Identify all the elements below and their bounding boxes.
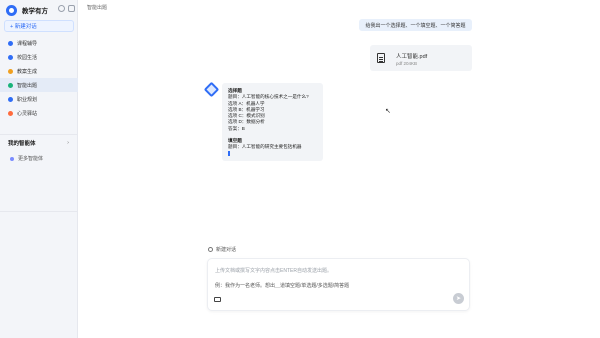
sidebar-nav: 课程辅导 校园生活 教案生成 智能出题 职业规划 心灵驿站 — [0, 36, 78, 120]
sidebar-item-career[interactable]: 职业规划 — [0, 92, 78, 106]
my-agents-section: 我的智能体 › 更多智能体 — [0, 134, 78, 162]
send-button[interactable]: ➤ — [453, 293, 464, 304]
quiz-icon — [8, 82, 13, 88]
sidebar-item-lesson-plan[interactable]: 教案生成 — [0, 64, 78, 78]
new-chat-tip[interactable]: 新建对话 — [208, 246, 236, 253]
new-chat-tip-label: 新建对话 — [216, 247, 237, 253]
divider — [0, 211, 78, 212]
new-chat-label: + 新建对话 — [10, 24, 37, 30]
history-icon[interactable] — [58, 5, 65, 12]
sidebar-item-mind-station[interactable]: 心灵驿站 — [0, 106, 78, 120]
sidebar-item-label: 智能出题 — [17, 82, 38, 89]
answer-line: 题目：人工智能的核心技术之一是什么? — [228, 94, 309, 100]
upload-folder-icon[interactable] — [214, 297, 221, 302]
typing-caret — [228, 150, 230, 156]
my-agents-header[interactable]: 我的智能体 › — [0, 139, 78, 147]
sidebar-item-label: 心灵驿站 — [17, 110, 38, 117]
file-attachment[interactable]: 人工智能.pdf pdf 204KB — [370, 45, 472, 71]
brand-title: 教学有方 — [22, 8, 48, 15]
sidebar-item-course-tutoring[interactable]: 课程辅导 — [0, 36, 78, 50]
composer-placeholder: 上传文档或撰写文字内容点击ENTER自动发送出题。 — [215, 268, 332, 274]
composer[interactable]: 上传文档或撰写文字内容点击ENTER自动发送出题。 例：我作为一名老师。想出＿道… — [207, 258, 470, 311]
user-message-text: 给我出一个选择题、一个填空题、一个简答题 — [365, 22, 466, 29]
chat-icon — [208, 247, 213, 252]
more-agents-label: 更多智能体 — [18, 156, 44, 162]
career-icon — [8, 96, 13, 102]
mouse-cursor-icon: ↖ — [385, 108, 391, 115]
sidebar-item-label: 校园生活 — [17, 54, 38, 61]
brand-logo-icon — [6, 4, 17, 16]
main-area: 智能出题 给我出一个选择题、一个填空题、一个简答题 人工智能.pdf pdf 2… — [78, 0, 600, 338]
agent-icon — [10, 156, 14, 161]
lesson-plan-icon — [8, 68, 13, 74]
assistant-avatar-icon — [203, 81, 220, 98]
user-message: 给我出一个选择题、一个填空题、一个简答题 — [359, 19, 472, 31]
brand: 教学有方 — [6, 4, 48, 16]
chevron-right-icon: › — [67, 140, 69, 146]
more-agents-link[interactable]: 更多智能体 — [0, 155, 78, 162]
sidebar-item-label: 职业规划 — [17, 96, 38, 103]
sidebar-item-label: 教案生成 — [17, 68, 38, 75]
collapse-sidebar-icon[interactable] — [68, 5, 75, 12]
page-tab[interactable]: 智能出题 — [87, 4, 107, 11]
sidebar-item-campus-life[interactable]: 校园生活 — [0, 50, 78, 64]
heart-icon — [8, 110, 13, 116]
file-name: 人工智能.pdf — [396, 54, 428, 60]
course-icon — [8, 40, 13, 46]
sidebar: 教学有方 + 新建对话 课程辅导 校园生活 教案生成 智能出题 职业规划 心灵驿… — [0, 0, 78, 338]
assistant-answer: 选择题 题目：人工智能的核心技术之一是什么? 选项 A：机器人学 选项 B：机器… — [222, 83, 323, 161]
sidebar-item-label: 课程辅导 — [17, 40, 38, 47]
section-title: 我的智能体 — [8, 141, 36, 147]
new-chat-button[interactable]: + 新建对话 — [4, 20, 74, 32]
file-icon — [377, 53, 385, 63]
sidebar-item-smart-quiz[interactable]: 智能出题 — [0, 78, 78, 92]
campus-icon — [8, 54, 13, 60]
file-meta: pdf 204KB — [396, 61, 418, 66]
composer-example: 例：我作为一名老师。想出＿道填空题/单选题/多选题/简答题 — [215, 283, 350, 289]
